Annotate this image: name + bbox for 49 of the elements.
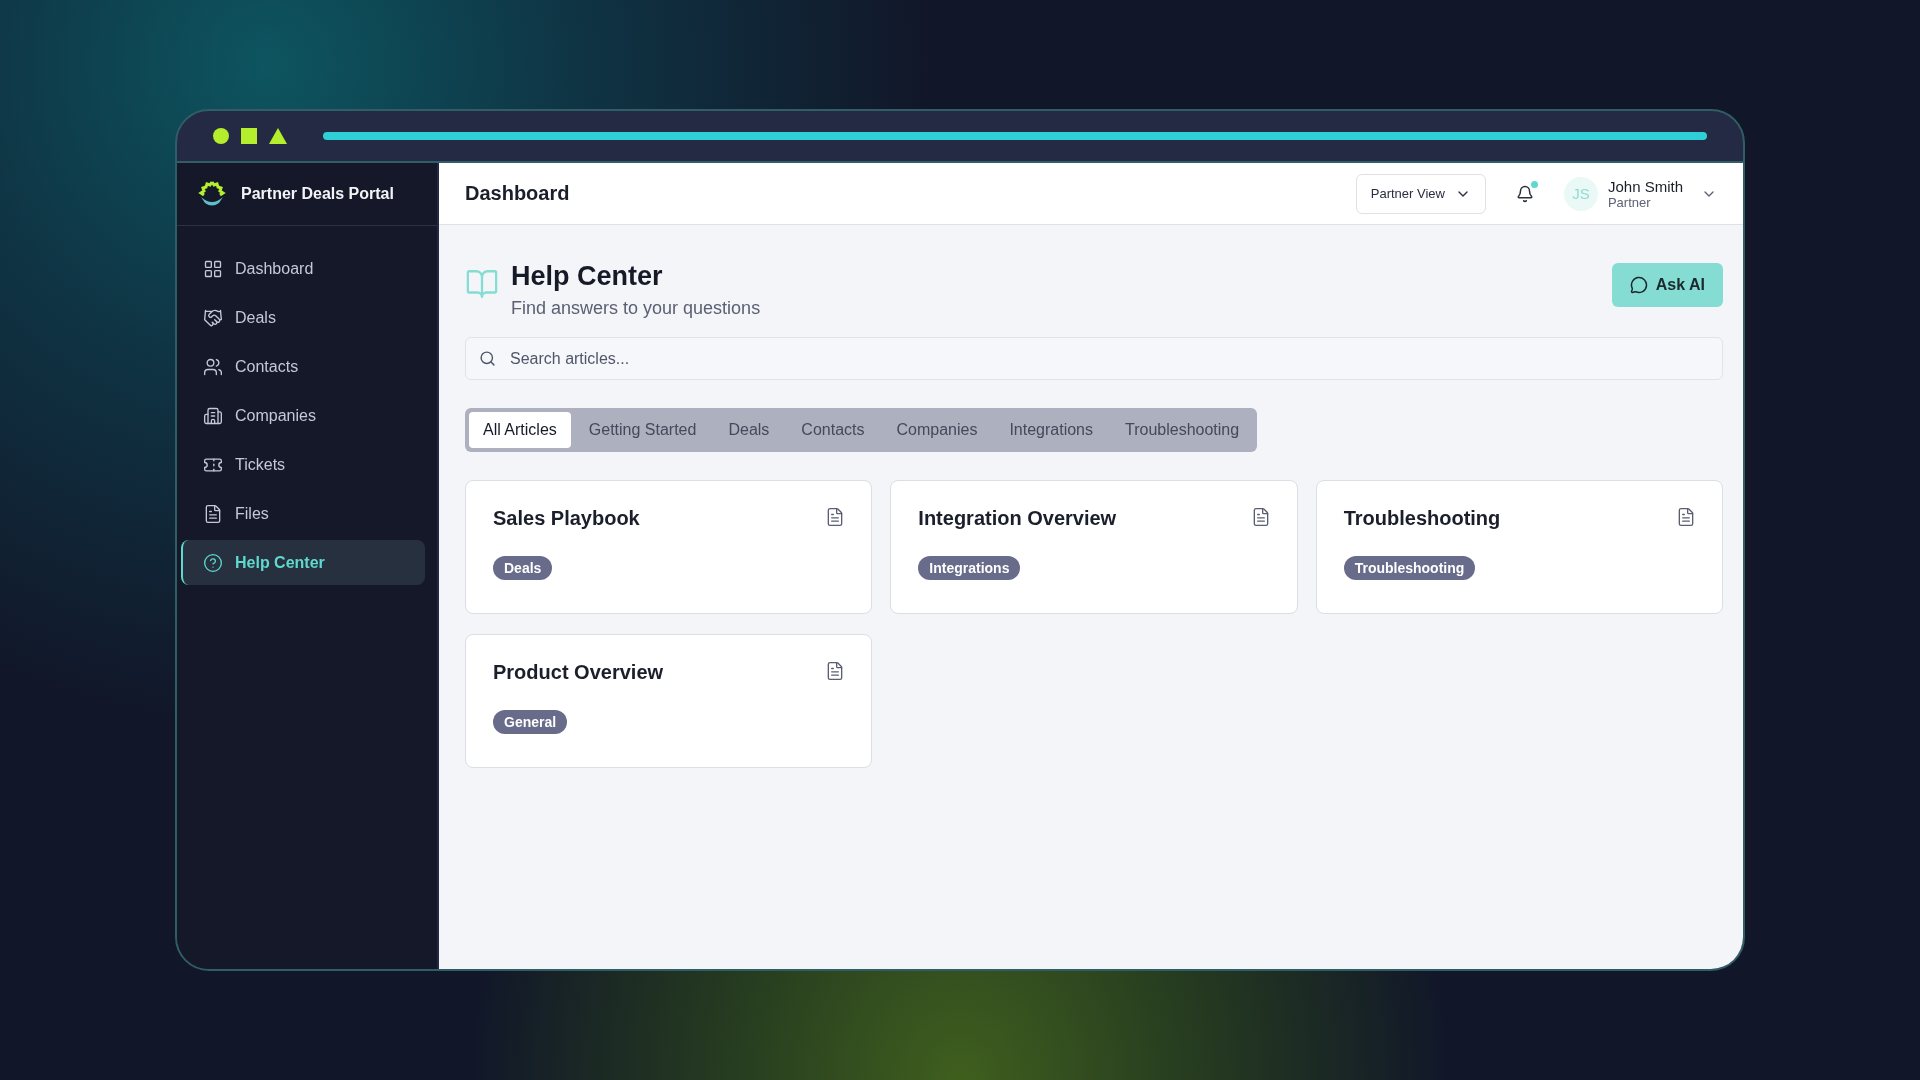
category-tag: Integrations bbox=[918, 556, 1021, 580]
user-name: John Smith bbox=[1607, 177, 1683, 195]
sidebar-item[interactable]: Deals bbox=[181, 295, 425, 340]
sidebar-item[interactable]: Dashboard bbox=[181, 246, 425, 291]
help-icon bbox=[203, 552, 223, 573]
building-icon bbox=[203, 405, 223, 426]
article-card[interactable]: Sales Playbook Deals bbox=[465, 480, 873, 614]
sidebar-item[interactable]: Files bbox=[181, 491, 425, 536]
app-name: Partner Deals Portal bbox=[241, 185, 394, 203]
category-tab[interactable]: Troubleshooting bbox=[1111, 412, 1254, 448]
circle-icon bbox=[213, 128, 229, 144]
document-icon bbox=[1676, 507, 1696, 527]
category-tab[interactable]: Deals bbox=[714, 412, 784, 448]
sidebar-item[interactable]: Tickets bbox=[181, 442, 425, 487]
category-tab[interactable]: Getting Started bbox=[574, 412, 711, 448]
sidebar-item[interactable]: Help Center bbox=[181, 540, 425, 585]
category-tab[interactable]: Integrations bbox=[995, 412, 1107, 448]
category-tag: General bbox=[493, 710, 568, 734]
article-title: Product Overview bbox=[493, 661, 664, 684]
ask-ai-button[interactable]: Ask AI bbox=[1611, 263, 1723, 307]
article-title: Troubleshooting bbox=[1343, 507, 1501, 530]
category-tag: Troubleshooting bbox=[1343, 556, 1476, 580]
sidebar-item[interactable]: Contacts bbox=[181, 344, 425, 389]
article-title: Sales Playbook bbox=[493, 507, 640, 530]
triangle-icon bbox=[269, 128, 287, 144]
view-select[interactable]: Partner View bbox=[1355, 173, 1486, 214]
article-card[interactable]: Product Overview General bbox=[465, 634, 873, 768]
category-tag: Deals bbox=[493, 556, 553, 580]
grid-icon bbox=[203, 258, 223, 279]
header-title: Dashboard bbox=[465, 182, 571, 205]
square-icon bbox=[241, 128, 257, 144]
bell-icon[interactable] bbox=[1515, 184, 1534, 203]
users-icon bbox=[203, 356, 223, 377]
sidebar-item[interactable]: Companies bbox=[181, 393, 425, 438]
page-title: Help Center bbox=[511, 261, 664, 292]
category-tab[interactable]: Companies bbox=[882, 412, 992, 448]
page-subtitle: Find answers to your questions bbox=[511, 298, 762, 319]
search-icon bbox=[479, 350, 496, 367]
article-card[interactable]: Troubleshooting Troubleshooting bbox=[1315, 480, 1723, 614]
category-tab[interactable]: Contacts bbox=[787, 412, 879, 448]
file-icon bbox=[203, 503, 223, 524]
chat-icon bbox=[1629, 276, 1648, 294]
user-role: Partner bbox=[1607, 194, 1652, 210]
article-title: Integration Overview bbox=[918, 507, 1117, 530]
category-tab[interactable]: All Articles bbox=[469, 412, 571, 448]
search-field[interactable]: Search articles... bbox=[465, 337, 1723, 380]
article-card[interactable]: Integration Overview Integrations bbox=[890, 480, 1298, 614]
handshake-icon bbox=[203, 307, 223, 328]
book-icon bbox=[465, 267, 499, 301]
